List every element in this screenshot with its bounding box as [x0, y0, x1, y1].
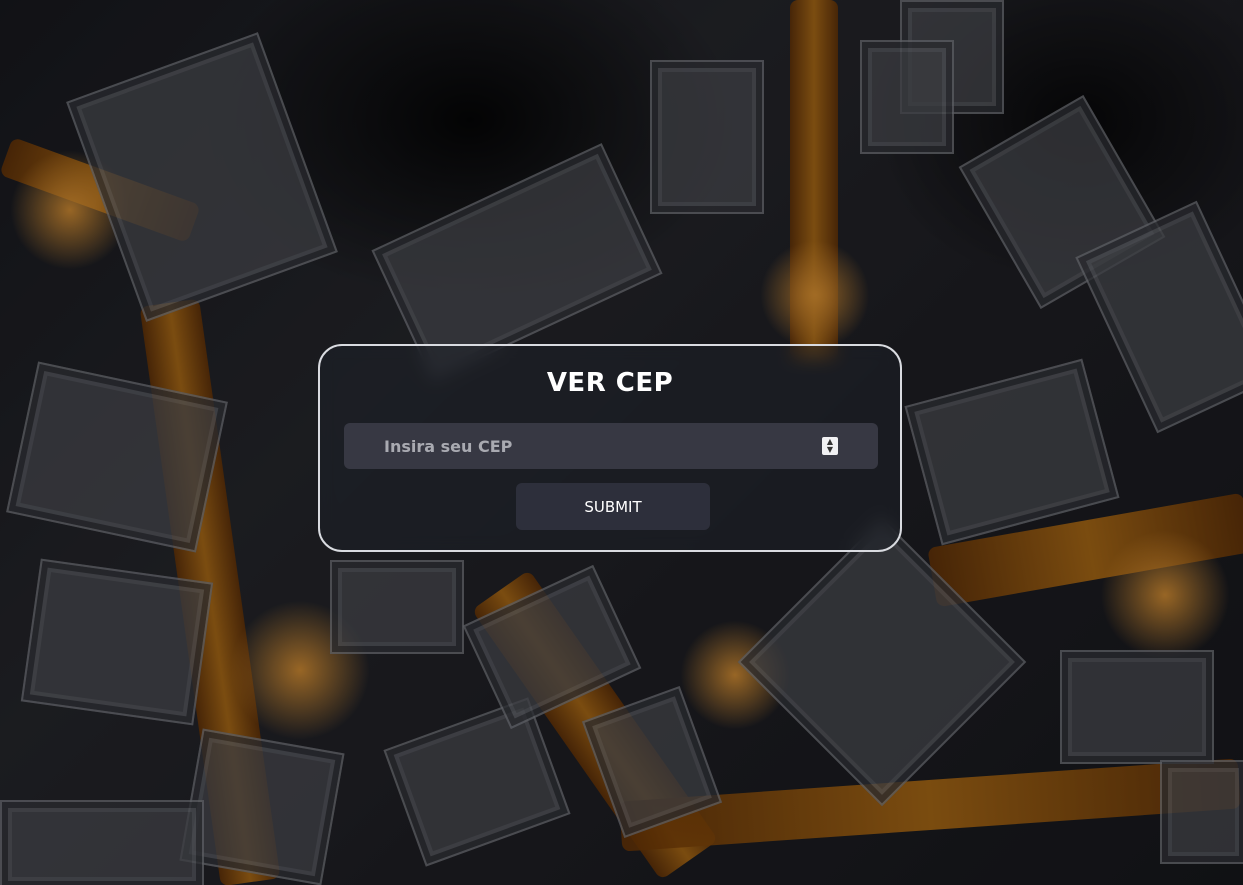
number-spinner[interactable]: ▲ ▼ — [822, 437, 838, 455]
cep-input[interactable] — [344, 423, 878, 469]
form-title: VER CEP — [546, 368, 674, 398]
chevron-down-icon[interactable]: ▼ — [827, 446, 833, 454]
cep-form-card: VER CEP ▲ ▼ SUBMIT — [318, 344, 902, 552]
cep-input-wrapper: ▲ ▼ — [344, 423, 878, 469]
submit-button[interactable]: SUBMIT — [516, 483, 710, 530]
